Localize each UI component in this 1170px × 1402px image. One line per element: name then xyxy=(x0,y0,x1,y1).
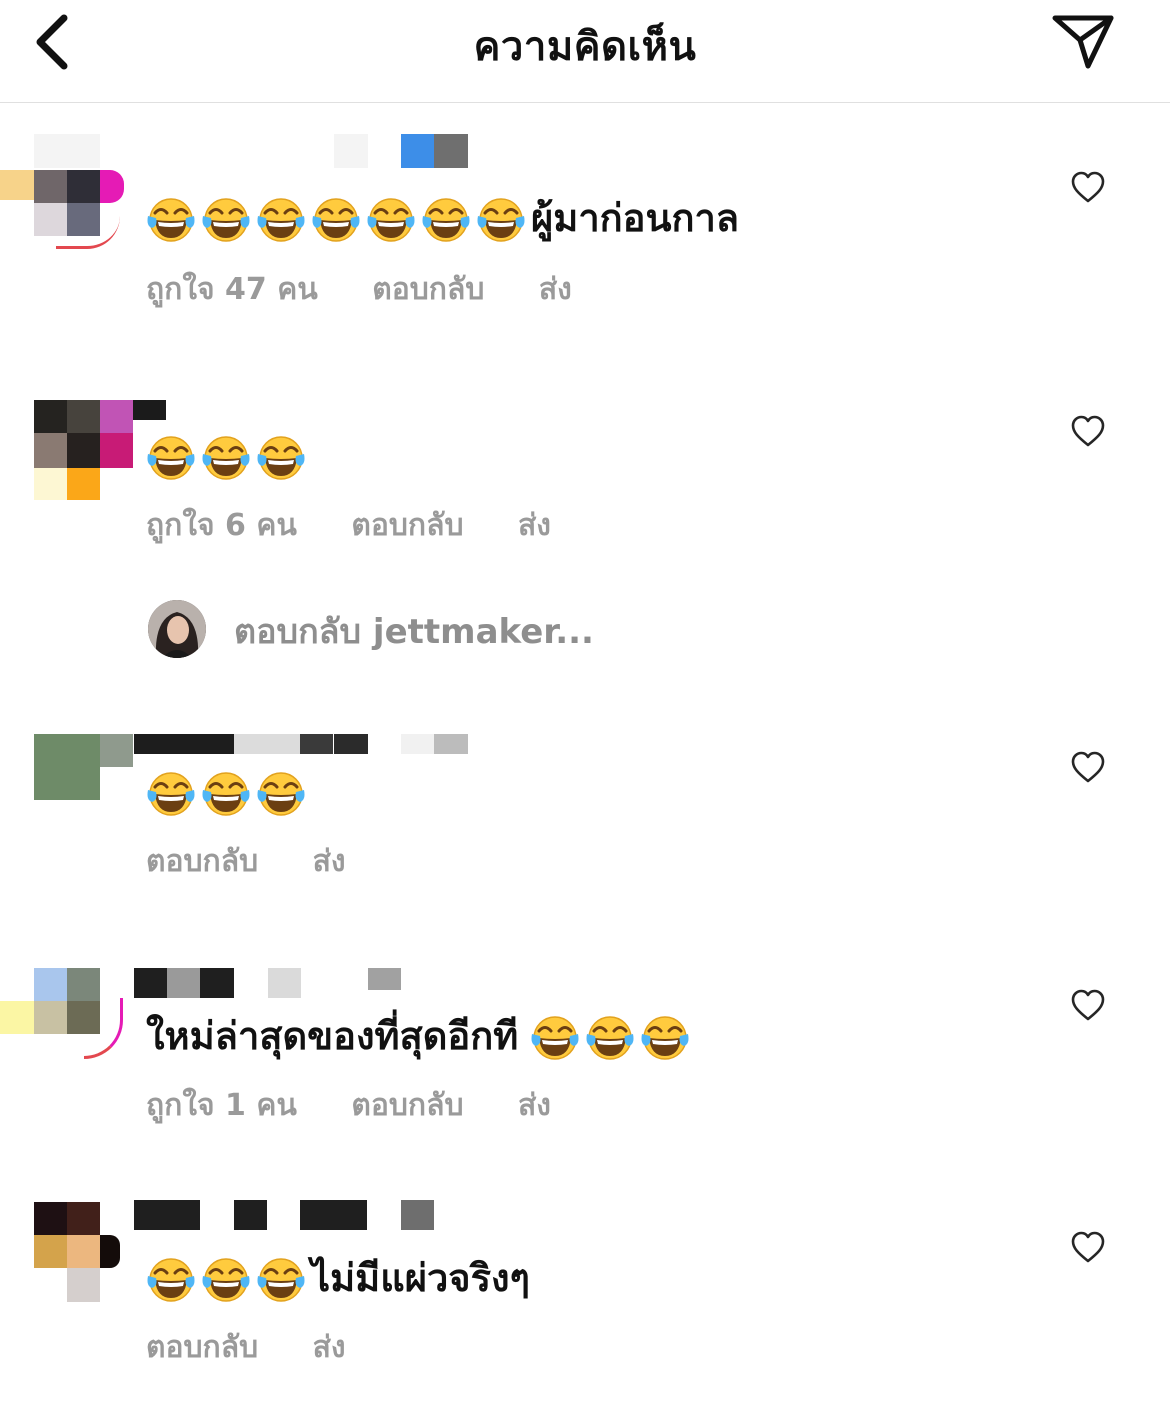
face-with-tears-of-joy-icon xyxy=(421,196,471,246)
avatar[interactable] xyxy=(34,1202,126,1302)
face-with-tears-of-joy-icon xyxy=(201,1256,251,1306)
reply-button[interactable]: ตอบกลับ xyxy=(372,272,484,307)
comment-body: ผู้มาก่อนกาล xyxy=(531,196,740,240)
face-with-tears-of-joy-icon xyxy=(146,434,196,484)
comment-actions: ตอบกลับ ส่ง xyxy=(146,838,390,885)
face-with-tears-of-joy-icon xyxy=(201,434,251,484)
reply-button[interactable]: ตอบกลับ xyxy=(351,508,463,543)
emoji-group xyxy=(530,1014,695,1058)
heart-outline-icon[interactable] xyxy=(1070,988,1106,1022)
avatar[interactable] xyxy=(34,400,166,500)
comment-text: ไม่มีแผ่วจริงๆ xyxy=(146,1254,530,1306)
face-with-tears-of-joy-icon xyxy=(256,196,306,246)
view-replies-row[interactable]: ตอบกลับ jettmaker... xyxy=(146,598,746,658)
comment-actions: ถูกใจ 6 คน ตอบกลับ ส่ง xyxy=(146,502,595,549)
emoji-group xyxy=(146,434,311,478)
face-with-tears-of-joy-icon xyxy=(640,1014,690,1064)
face-with-tears-of-joy-icon xyxy=(366,196,416,246)
face-with-tears-of-joy-icon xyxy=(476,196,526,246)
profile-photo xyxy=(148,600,206,658)
page-title: ความคิดเห็น xyxy=(473,24,697,70)
comment-text: ผู้มาก่อนกาล xyxy=(146,194,739,246)
face-with-tears-of-joy-icon xyxy=(146,770,196,820)
reply-button[interactable]: ตอบกลับ xyxy=(146,1330,258,1365)
top-bar: ความคิดเห็น xyxy=(0,0,1170,103)
heart-outline-icon[interactable] xyxy=(1070,750,1106,784)
face-with-tears-of-joy-icon xyxy=(146,196,196,246)
comment-body: ใหม่ล่าสุดของที่สุดอีกที xyxy=(146,1014,519,1058)
comment-item: ไม่มีแผ่วจริงๆ ตอบกลับ ส่ง xyxy=(0,1200,1170,1380)
send-button[interactable]: ส่ง xyxy=(539,272,572,307)
view-replies-label: ตอบกลับ jettmaker... xyxy=(234,612,594,652)
comment-text xyxy=(146,432,311,484)
face-with-tears-of-joy-icon xyxy=(256,434,306,484)
avatar[interactable] xyxy=(34,734,133,834)
likes-count[interactable]: ถูกใจ 1 คน xyxy=(146,1088,297,1123)
heart-outline-icon[interactable] xyxy=(1070,170,1106,204)
face-with-tears-of-joy-icon xyxy=(201,770,251,820)
face-with-tears-of-joy-icon xyxy=(256,770,306,820)
comment-actions: ถูกใจ 47 คน ตอบกลับ ส่ง xyxy=(146,266,616,313)
emoji-group xyxy=(146,196,531,240)
likes-count[interactable]: ถูกใจ 6 คน xyxy=(146,508,297,543)
send-button[interactable]: ส่ง xyxy=(518,1088,551,1123)
emoji-group xyxy=(146,770,311,814)
comment-text xyxy=(146,768,311,820)
avatar[interactable] xyxy=(0,968,130,1068)
face-with-tears-of-joy-icon xyxy=(530,1014,580,1064)
send-button[interactable]: ส่ง xyxy=(518,508,551,543)
face-with-tears-of-joy-icon xyxy=(201,196,251,246)
face-with-tears-of-joy-icon xyxy=(311,196,361,246)
face-with-tears-of-joy-icon xyxy=(585,1014,635,1064)
paper-plane-icon xyxy=(1052,15,1114,69)
likes-count[interactable]: ถูกใจ 47 คน xyxy=(146,272,318,307)
heart-outline-icon[interactable] xyxy=(1070,414,1106,448)
comment-text: ใหม่ล่าสุดของที่สุดอีกที xyxy=(146,1012,695,1064)
face-with-tears-of-joy-icon xyxy=(146,1256,196,1306)
comment-actions: ถูกใจ 1 คน ตอบกลับ ส่ง xyxy=(146,1082,595,1129)
heart-outline-icon[interactable] xyxy=(1070,1230,1106,1264)
avatar xyxy=(148,600,206,658)
comment-actions: ตอบกลับ ส่ง xyxy=(146,1324,390,1371)
share-button[interactable] xyxy=(1050,10,1116,72)
comment-item: ตอบกลับ ส่ง xyxy=(0,732,1170,902)
comment-body: ไม่มีแผ่วจริงๆ xyxy=(311,1256,530,1300)
comment-item: ใหม่ล่าสุดของที่สุดอีกที ถูกใจ 1 คน ตอบก… xyxy=(0,966,1170,1146)
send-button[interactable]: ส่ง xyxy=(313,1330,346,1365)
emoji-group xyxy=(146,1256,311,1300)
reply-button[interactable]: ตอบกลับ xyxy=(351,1088,463,1123)
reply-button[interactable]: ตอบกลับ xyxy=(146,844,258,879)
comment-item: ผู้มาก่อนกาล ถูกใจ 47 คน ตอบกลับ ส่ง xyxy=(0,130,1170,330)
avatar[interactable] xyxy=(0,134,130,249)
face-with-tears-of-joy-icon xyxy=(256,1256,306,1306)
send-button[interactable]: ส่ง xyxy=(313,844,346,879)
